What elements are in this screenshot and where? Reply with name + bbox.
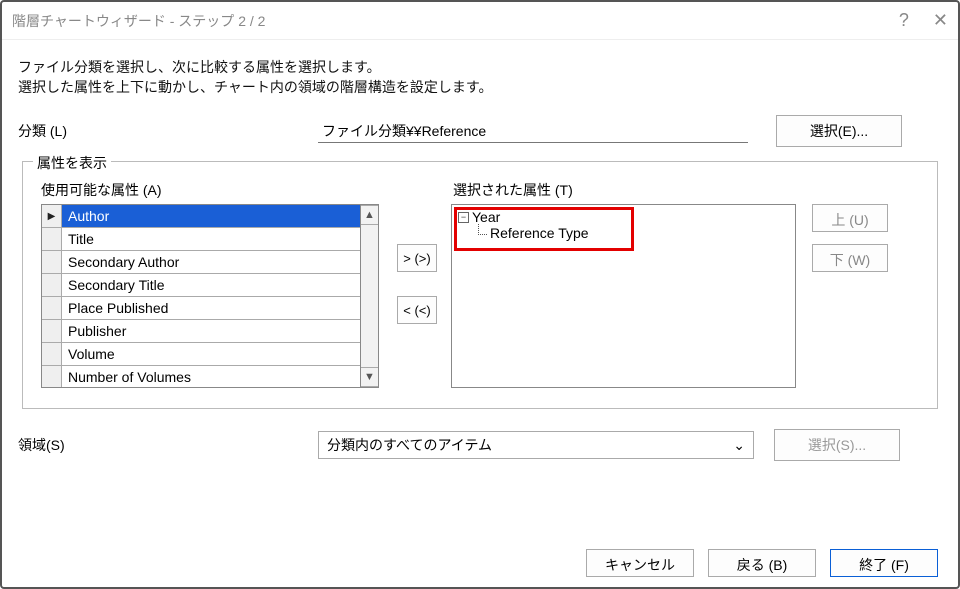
move-up-button[interactable]: 上 (U) <box>812 204 888 232</box>
scroll-up-icon[interactable]: ▲ <box>361 205 378 225</box>
scroll-down-icon[interactable]: ▼ <box>361 367 378 387</box>
tree-child-label: Reference Type <box>490 225 589 241</box>
title-bar: 階層チャートウィザード - ステップ 2 / 2 ? ✕ <box>2 2 958 40</box>
list-scrollbar[interactable]: ▲ ▼ <box>361 204 379 388</box>
list-item[interactable]: Secondary Author <box>42 251 360 274</box>
close-icon[interactable]: ✕ <box>933 10 948 31</box>
available-attributes-list[interactable]: Author Title Secondary Author Secondary … <box>41 204 361 388</box>
scope-label: 領域(S) <box>18 435 298 455</box>
list-item[interactable]: Author <box>42 205 360 228</box>
tree-node-child[interactable]: Reference Type <box>478 225 789 241</box>
fieldset-legend: 属性を表示 <box>33 153 111 173</box>
chevron-down-icon: ⌄ <box>733 437 745 454</box>
instruction-line-1: ファイル分類を選択し、次に比較する属性を選択します。 <box>18 58 942 78</box>
help-icon[interactable]: ? <box>899 10 909 31</box>
classification-input[interactable] <box>318 120 748 143</box>
move-left-button[interactable]: < (<) <box>397 296 437 324</box>
back-button[interactable]: 戻る (B) <box>708 549 816 577</box>
list-item[interactable]: Publisher <box>42 320 360 343</box>
finish-button[interactable]: 終了 (F) <box>830 549 938 577</box>
dialog-footer: キャンセル 戻る (B) 終了 (F) <box>586 549 938 577</box>
available-attributes-label: 使用可能な属性 (A) <box>41 180 383 200</box>
instruction-line-2: 選択した属性を上下に動かし、チャート内の領域の階層構造を設定します。 <box>18 78 942 98</box>
cancel-button[interactable]: キャンセル <box>586 549 694 577</box>
list-item[interactable]: Number of Volumes <box>42 366 360 388</box>
list-item[interactable]: Secondary Title <box>42 274 360 297</box>
move-down-button[interactable]: 下 (W) <box>812 244 888 272</box>
scope-select-button[interactable]: 選択(S)... <box>774 429 900 461</box>
tree-node-root[interactable]: − Year <box>458 209 789 225</box>
list-item[interactable]: Place Published <box>42 297 360 320</box>
list-item[interactable]: Volume <box>42 343 360 366</box>
window-title: 階層チャートウィザード - ステップ 2 / 2 <box>12 11 265 31</box>
titlebar-buttons: ? ✕ <box>899 10 948 31</box>
tree-collapse-icon[interactable]: − <box>458 212 469 223</box>
list-item[interactable]: Title <box>42 228 360 251</box>
scope-value: 分類内のすべてのアイテム <box>327 435 492 455</box>
instructions: ファイル分類を選択し、次に比較する属性を選択します。 選択した属性を上下に動かし… <box>18 58 942 97</box>
attributes-fieldset: 属性を表示 使用可能な属性 (A) Author Title Secondary… <box>22 161 938 409</box>
classification-select-button[interactable]: 選択(E)... <box>776 115 902 147</box>
scope-combobox[interactable]: 分類内のすべてのアイテム ⌄ <box>318 431 754 459</box>
classification-label: 分類 (L) <box>18 121 298 141</box>
selected-attributes-label: 選択された属性 (T) <box>453 180 919 200</box>
selected-attributes-tree[interactable]: − Year Reference Type <box>451 204 796 388</box>
move-right-button[interactable]: > (>) <box>397 244 437 272</box>
